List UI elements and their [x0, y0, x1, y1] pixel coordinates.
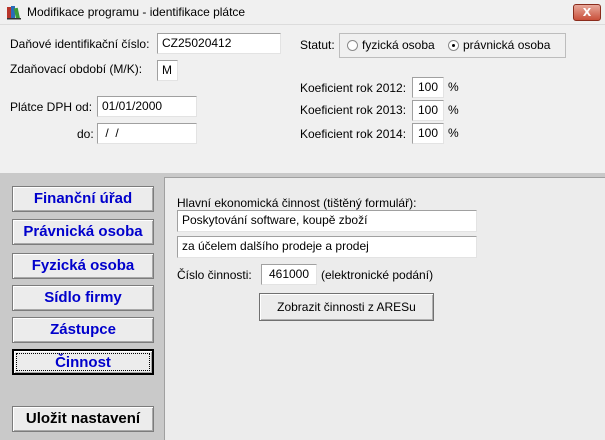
activity-line-1-field[interactable]: Poskytování software, koupě zboží — [177, 210, 477, 232]
period-field[interactable]: M — [157, 60, 178, 81]
title-bar: Modifikace programu - identifikace plátc… — [0, 0, 605, 25]
coef-2014-field[interactable]: 100 — [412, 123, 444, 144]
coef-2012-label: Koeficient rok 2012: — [300, 81, 407, 95]
main-activity-label: Hlavní ekonomická činnost (tištěný formu… — [177, 196, 417, 210]
coef-2012-field[interactable]: 100 — [412, 77, 444, 98]
dic-label: Daňové identifikační číslo: — [10, 37, 150, 51]
coef-2013-unit: % — [448, 103, 459, 117]
coef-2013-field[interactable]: 100 — [412, 100, 444, 121]
save-settings-button[interactable]: Uložit nastavení — [12, 406, 154, 432]
window-title: Modifikace programu - identifikace plátc… — [27, 5, 246, 19]
radio-pravnicka-osoba[interactable] — [448, 40, 459, 51]
close-icon: X — [582, 6, 592, 19]
radio-fyzicka-osoba[interactable] — [347, 40, 358, 51]
nav-pravnicka-osoba[interactable]: Právnická osoba — [12, 219, 154, 245]
nav-financni-urad[interactable]: Finanční úřad — [12, 186, 154, 212]
vat-to-field[interactable]: / / — [97, 123, 197, 144]
coef-2012-unit: % — [448, 80, 459, 94]
nav-zastupce[interactable]: Zástupce — [12, 317, 154, 343]
statut-group: fyzická osoba právnická osoba — [339, 33, 566, 58]
focus-rect — [16, 353, 150, 371]
period-label: Zdaňovací období (M/K): — [10, 62, 143, 76]
vat-from-field[interactable]: 01/01/2000 — [97, 96, 197, 117]
nav-fyzicka-osoba[interactable]: Fyzická osoba — [12, 253, 154, 279]
close-button[interactable]: X — [573, 4, 601, 21]
activity-panel: Hlavní ekonomická činnost (tištěný formu… — [164, 177, 605, 440]
detail-area: Finanční úřad Právnická osoba Fyzická os… — [0, 173, 605, 440]
program-window: Modifikace programu - identifikace plátc… — [0, 0, 605, 440]
show-ares-activities-button[interactable]: Zobrazit činnosti z ARESu — [259, 293, 434, 321]
activity-line-2-field[interactable]: za účelem dalšího prodeje a prodej — [177, 236, 477, 258]
vat-to-label: do: — [77, 127, 94, 141]
activity-number-note: (elektronické podání) — [321, 268, 434, 282]
coef-2014-label: Koeficient rok 2014: — [300, 127, 407, 141]
radio-label-fyzicka: fyzická osoba — [362, 38, 435, 52]
vat-from-label: Plátce DPH od: — [10, 100, 93, 114]
coef-2013-label: Koeficient rok 2013: — [300, 103, 407, 117]
coef-2014-unit: % — [448, 126, 459, 140]
radio-label-pravnicka: právnická osoba — [463, 38, 551, 52]
nav-sidlo-firmy[interactable]: Sídlo firmy — [12, 285, 154, 311]
dic-field[interactable]: CZ25020412 — [157, 33, 281, 54]
activity-number-field[interactable]: 461000 — [261, 264, 317, 285]
statut-label: Statut: — [300, 38, 335, 52]
nav-cinnost[interactable]: Činnost — [12, 349, 154, 375]
activity-number-label: Číslo činnosti: — [177, 268, 252, 282]
section-sidebar: Finanční úřad Právnická osoba Fyzická os… — [0, 173, 164, 440]
identification-panel: Daňové identifikační číslo: CZ25020412 Z… — [0, 25, 605, 173]
app-books-icon — [7, 6, 21, 20]
